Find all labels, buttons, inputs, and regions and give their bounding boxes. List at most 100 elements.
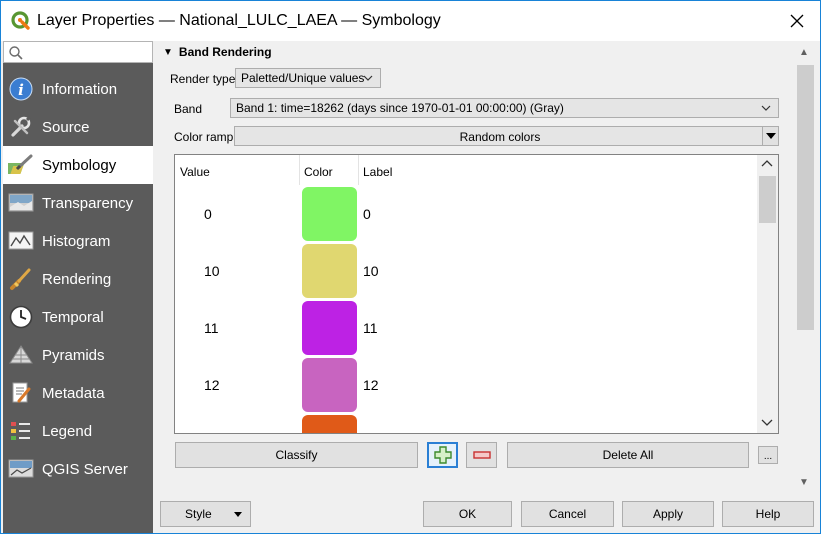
main-scrollbar[interactable]: ▲ ▼ [795, 45, 814, 493]
sidebar-item-qgis-server[interactable]: QGIS Server [3, 450, 153, 488]
server-icon [8, 456, 34, 482]
ok-label: OK [458, 507, 477, 521]
chevron-up-icon[interactable] [761, 159, 773, 169]
color-swatch[interactable] [302, 358, 357, 412]
scroll-down-icon[interactable]: ▼ [798, 477, 810, 489]
sidebar-item-pyramids[interactable]: Pyramids [3, 336, 153, 374]
sidebar-item-label: Source [42, 118, 90, 136]
table-row[interactable]: 10 10 [175, 243, 757, 300]
ok-button[interactable]: OK [423, 501, 512, 527]
svg-text:i: i [18, 81, 24, 99]
add-class-button[interactable] [427, 442, 458, 468]
close-button[interactable] [774, 1, 820, 41]
column-divider [358, 155, 359, 185]
classify-button[interactable]: Classify [175, 442, 418, 468]
row-label[interactable]: 11 [363, 320, 378, 336]
scrollbar-thumb[interactable] [797, 65, 814, 330]
color-ramp-selector[interactable]: Random colors [234, 126, 779, 146]
layer-properties-window: Layer Properties — National_LULC_LAEA — … [0, 0, 821, 534]
classify-label: Classify [275, 448, 318, 462]
row-value[interactable]: 12 [204, 377, 220, 393]
sidebar-item-source[interactable]: Source [3, 108, 153, 146]
header-color[interactable]: Color [304, 165, 333, 179]
row-label[interactable]: 10 [363, 263, 379, 279]
window-title: Layer Properties — National_LULC_LAEA — … [37, 12, 441, 29]
section-title: Band Rendering [178, 45, 272, 59]
sidebar-item-label: Transparency [42, 194, 134, 212]
pyramid-icon [8, 342, 34, 368]
advanced-menu-button[interactable]: ... [758, 446, 778, 464]
help-button[interactable]: Help [722, 501, 814, 527]
chevron-down-icon [761, 105, 771, 111]
help-label: Help [755, 507, 781, 521]
scroll-up-icon[interactable]: ▲ [798, 47, 810, 59]
row-label[interactable]: 12 [363, 377, 379, 393]
brush-icon [8, 266, 34, 292]
color-ramp-menu-button[interactable] [762, 127, 778, 145]
table-header: Value Color Label [175, 155, 757, 187]
apply-button[interactable]: Apply [622, 501, 714, 527]
chevron-down-icon[interactable] [761, 417, 773, 427]
search-input[interactable] [26, 43, 150, 61]
sidebar-item-histogram[interactable]: Histogram [3, 222, 153, 260]
table-row[interactable] [175, 414, 757, 433]
color-swatch[interactable] [302, 301, 357, 355]
scrollbar-thumb[interactable] [759, 176, 776, 223]
sidebar-item-transparency[interactable]: Transparency [3, 184, 153, 222]
delete-all-label: Delete All [602, 448, 654, 462]
table-scrollbar[interactable] [757, 155, 778, 433]
title-bar: Layer Properties — National_LULC_LAEA — … [1, 1, 820, 41]
paintbrush-icon [8, 152, 34, 178]
sidebar-item-label: Information [42, 80, 118, 98]
triangle-down-icon [234, 512, 242, 517]
sidebar-item-metadata[interactable]: Metadata [3, 374, 153, 412]
sidebar-item-legend[interactable]: Legend [3, 412, 153, 450]
sidebar-item-rendering[interactable]: Rendering [3, 260, 153, 298]
band-value: Band 1: time=18262 (days since 1970-01-0… [236, 101, 564, 115]
row-value[interactable]: 0 [204, 206, 212, 222]
color-ramp-label: Color ramp [174, 130, 234, 144]
table-row[interactable]: 12 12 [175, 357, 757, 414]
sidebar-item-label: Legend [42, 422, 93, 440]
sidebar-item-label: QGIS Server [42, 460, 128, 478]
sidebar-item-symbology[interactable]: Symbology [3, 146, 153, 184]
color-swatch[interactable] [302, 244, 357, 298]
sidebar-item-label: Metadata [42, 384, 105, 402]
metadata-icon [8, 380, 34, 406]
color-swatch[interactable] [302, 187, 357, 241]
table-row[interactable]: 11 11 [175, 300, 757, 357]
qgis-logo-icon [11, 11, 30, 30]
search-box[interactable] [3, 41, 153, 63]
apply-label: Apply [652, 507, 684, 521]
remove-class-button[interactable] [466, 442, 497, 468]
close-icon [790, 14, 804, 28]
sidebar-item-label: Histogram [42, 232, 111, 250]
histogram-icon [8, 228, 34, 254]
minus-icon [472, 451, 491, 459]
cancel-button[interactable]: Cancel [521, 501, 614, 527]
plus-icon [433, 446, 452, 464]
table-row[interactable]: 0 0 [175, 186, 757, 243]
render-type-label: Render type [170, 72, 236, 86]
style-button[interactable]: Style [160, 501, 251, 527]
header-label[interactable]: Label [363, 165, 392, 179]
header-value[interactable]: Value [180, 165, 210, 179]
color-swatch[interactable] [302, 415, 357, 433]
render-type-value: Paletted/Unique values [241, 71, 365, 85]
delete-all-button[interactable]: Delete All [507, 442, 749, 468]
row-value[interactable]: 11 [204, 320, 219, 336]
wrench-icon [8, 114, 34, 140]
sidebar-item-temporal[interactable]: Temporal [3, 298, 153, 336]
column-divider [299, 155, 300, 185]
sidebar-item-information[interactable]: i Information [3, 70, 153, 108]
class-table[interactable]: Value Color Label 0 0 10 10 11 11 12 12 [174, 154, 779, 434]
transparency-icon [8, 190, 34, 216]
row-label[interactable]: 0 [363, 206, 371, 222]
render-type-dropdown[interactable]: Paletted/Unique values [235, 68, 381, 88]
sidebar: i Information Source Symbology Transpare… [3, 41, 153, 533]
cancel-label: Cancel [548, 507, 587, 521]
row-value[interactable]: 10 [204, 263, 220, 279]
more-label: ... [763, 451, 773, 462]
band-dropdown[interactable]: Band 1: time=18262 (days since 1970-01-0… [230, 98, 779, 118]
band-rendering-section-header[interactable]: ▼ Band Rendering [163, 45, 272, 59]
